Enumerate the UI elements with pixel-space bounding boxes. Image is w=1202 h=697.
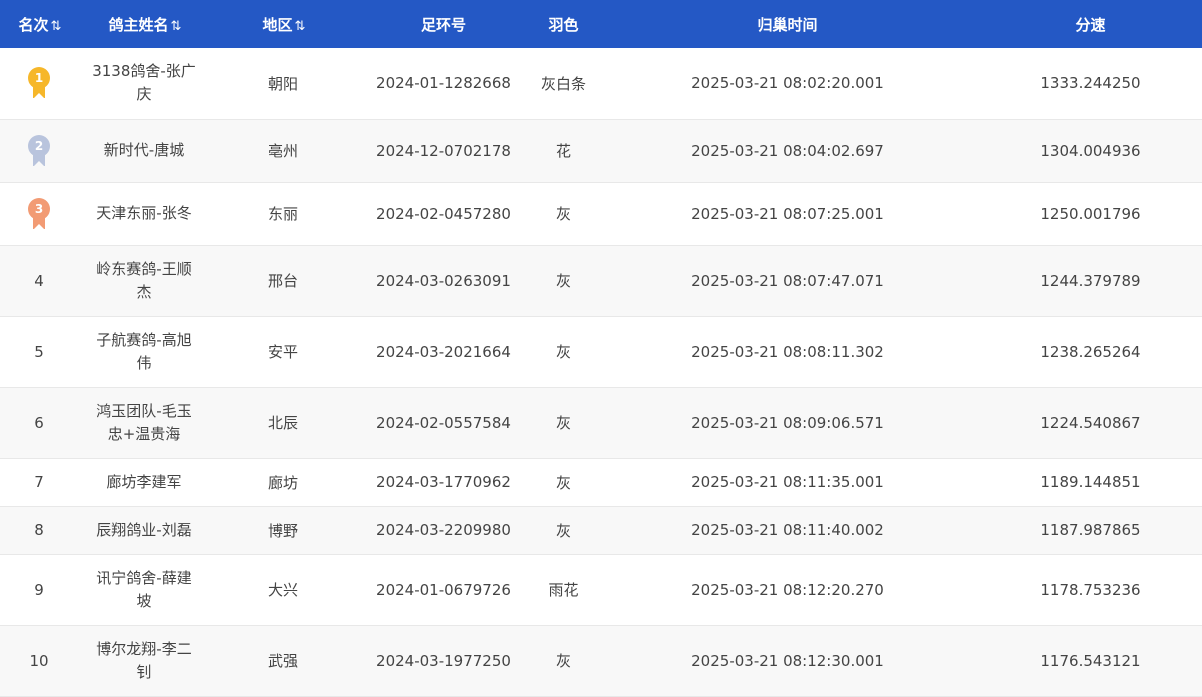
table-row: 8 辰翔鸽业-刘磊 博野 2024-03-2209980 灰 2025-03-2… — [0, 506, 1202, 555]
owner-cell: 廊坊李建军 — [78, 458, 210, 507]
gold-medal-icon: 1 — [26, 66, 52, 100]
time-cell: 2025-03-21 08:02:20.001 — [596, 48, 979, 120]
time-cell: 2025-03-21 08:12:30.001 — [596, 625, 979, 697]
time-cell: 2025-03-21 08:11:35.001 — [596, 458, 979, 507]
sort-icon[interactable]: ⇅ — [295, 19, 306, 34]
table-row: 4 岭东赛鸽-王顺杰 邢台 2024-03-0263091 灰 2025-03-… — [0, 245, 1202, 317]
medal-disc: 3 — [28, 197, 50, 220]
ring-cell: 2024-01-0679726 — [356, 554, 531, 626]
rank-cell: 1 — [0, 48, 78, 120]
bronze-medal-icon: 3 — [26, 197, 52, 231]
table-row: 2 新时代-唐城 亳州 2024-12-0702178 花 2025-03-21… — [0, 119, 1202, 183]
rank-cell: 3 — [0, 182, 78, 246]
color-cell: 灰 — [531, 625, 596, 697]
rank-cell: 10 — [0, 625, 78, 697]
time-cell: 2025-03-21 08:11:40.002 — [596, 506, 979, 555]
table-row: 1 3138鸽舍-张广庆 朝阳 2024-01-1282668 灰白条 2025… — [0, 48, 1202, 120]
table-row: 10 博尔龙翔-李二钊 武强 2024-03-1977250 灰 2025-03… — [0, 625, 1202, 697]
region-cell: 廊坊 — [210, 458, 356, 507]
ring-cell: 2024-03-0263091 — [356, 245, 531, 317]
region-cell: 博野 — [210, 506, 356, 555]
speed-cell: 1250.001796 — [979, 182, 1202, 246]
ring-cell: 2024-03-1977250 — [356, 625, 531, 697]
owner-cell: 辰翔鸽业-刘磊 — [78, 506, 210, 555]
region-cell: 北辰 — [210, 387, 356, 459]
ring-cell: 2024-12-0702178 — [356, 119, 531, 183]
color-cell: 雨花 — [531, 554, 596, 626]
header-speed: 分速 — [1075, 15, 1106, 34]
silver-medal-icon: 2 — [26, 134, 52, 168]
region-cell: 武强 — [210, 625, 356, 697]
region-cell: 邢台 — [210, 245, 356, 317]
header-rank[interactable]: 名次 ⇅ — [0, 0, 78, 48]
speed-cell: 1244.379789 — [979, 245, 1202, 317]
medal-disc: 2 — [28, 134, 50, 157]
owner-cell: 岭东赛鸽-王顺杰 — [78, 245, 210, 317]
speed-cell: 1178.753236 — [979, 554, 1202, 626]
owner-cell: 鸿玉团队-毛玉忠+温贵海 — [78, 387, 210, 459]
color-cell: 灰 — [531, 316, 596, 388]
time-cell: 2025-03-21 08:12:20.270 — [596, 554, 979, 626]
results-table: 名次 ⇅ 鸽主姓名 ⇅ 地区 ⇅ 足环号 羽色 归巢时间 分速 1 3138鸽舍-张广… — [0, 0, 1202, 697]
header-time: 归巢时间 — [757, 15, 818, 34]
region-cell: 大兴 — [210, 554, 356, 626]
medal-disc: 1 — [28, 67, 50, 90]
region-cell: 亳州 — [210, 119, 356, 183]
rank-cell: 6 — [0, 387, 78, 459]
header-owner[interactable]: 鸽主姓名 ⇅ — [78, 0, 210, 48]
speed-cell: 1224.540867 — [979, 387, 1202, 459]
rank-cell: 2 — [0, 119, 78, 183]
color-cell: 花 — [531, 119, 596, 183]
rank-cell: 5 — [0, 316, 78, 388]
color-cell: 灰 — [531, 387, 596, 459]
time-cell: 2025-03-21 08:07:47.071 — [596, 245, 979, 317]
table-row: 5 子航赛鸽-高旭伟 安平 2024-03-2021664 灰 2025-03-… — [0, 316, 1202, 388]
region-cell: 东丽 — [210, 182, 356, 246]
time-cell: 2025-03-21 08:08:11.302 — [596, 316, 979, 388]
speed-cell: 1189.144851 — [979, 458, 1202, 507]
table-row: 6 鸿玉团队-毛玉忠+温贵海 北辰 2024-02-0557584 灰 2025… — [0, 387, 1202, 459]
owner-cell: 天津东丽-张冬 — [78, 182, 210, 246]
color-cell: 灰 — [531, 458, 596, 507]
rank-cell: 7 — [0, 458, 78, 507]
table-row: 3 天津东丽-张冬 东丽 2024-02-0457280 灰 2025-03-2… — [0, 182, 1202, 246]
header-color: 羽色 — [548, 15, 579, 34]
table-header-row: 名次 ⇅ 鸽主姓名 ⇅ 地区 ⇅ 足环号 羽色 归巢时间 分速 — [0, 0, 1202, 48]
owner-cell: 子航赛鸽-高旭伟 — [78, 316, 210, 388]
time-cell: 2025-03-21 08:07:25.001 — [596, 182, 979, 246]
rank-cell: 8 — [0, 506, 78, 555]
owner-cell: 讯宁鸽舍-薛建坡 — [78, 554, 210, 626]
ring-cell: 2024-03-2021664 — [356, 316, 531, 388]
speed-cell: 1238.265264 — [979, 316, 1202, 388]
speed-cell: 1304.004936 — [979, 119, 1202, 183]
time-cell: 2025-03-21 08:09:06.571 — [596, 387, 979, 459]
sort-icon[interactable]: ⇅ — [51, 19, 62, 34]
speed-cell: 1187.987865 — [979, 506, 1202, 555]
ring-cell: 2024-02-0557584 — [356, 387, 531, 459]
header-region[interactable]: 地区 ⇅ — [210, 0, 356, 48]
rank-cell: 9 — [0, 554, 78, 626]
speed-cell: 1333.244250 — [979, 48, 1202, 120]
sort-icon[interactable]: ⇅ — [171, 19, 182, 34]
table-row: 7 廊坊李建军 廊坊 2024-03-1770962 灰 2025-03-21 … — [0, 458, 1202, 507]
region-cell: 安平 — [210, 316, 356, 388]
rank-cell: 4 — [0, 245, 78, 317]
color-cell: 灰白条 — [531, 48, 596, 120]
table-row: 9 讯宁鸽舍-薛建坡 大兴 2024-01-0679726 雨花 2025-03… — [0, 554, 1202, 626]
owner-cell: 新时代-唐城 — [78, 119, 210, 183]
header-ring: 足环号 — [420, 15, 466, 34]
ring-cell: 2024-03-1770962 — [356, 458, 531, 507]
ring-cell: 2024-02-0457280 — [356, 182, 531, 246]
time-cell: 2025-03-21 08:04:02.697 — [596, 119, 979, 183]
color-cell: 灰 — [531, 245, 596, 317]
speed-cell: 1176.543121 — [979, 625, 1202, 697]
color-cell: 灰 — [531, 182, 596, 246]
ring-cell: 2024-01-1282668 — [356, 48, 531, 120]
ring-cell: 2024-03-2209980 — [356, 506, 531, 555]
region-cell: 朝阳 — [210, 48, 356, 120]
color-cell: 灰 — [531, 506, 596, 555]
owner-cell: 3138鸽舍-张广庆 — [78, 48, 210, 120]
owner-cell: 博尔龙翔-李二钊 — [78, 625, 210, 697]
